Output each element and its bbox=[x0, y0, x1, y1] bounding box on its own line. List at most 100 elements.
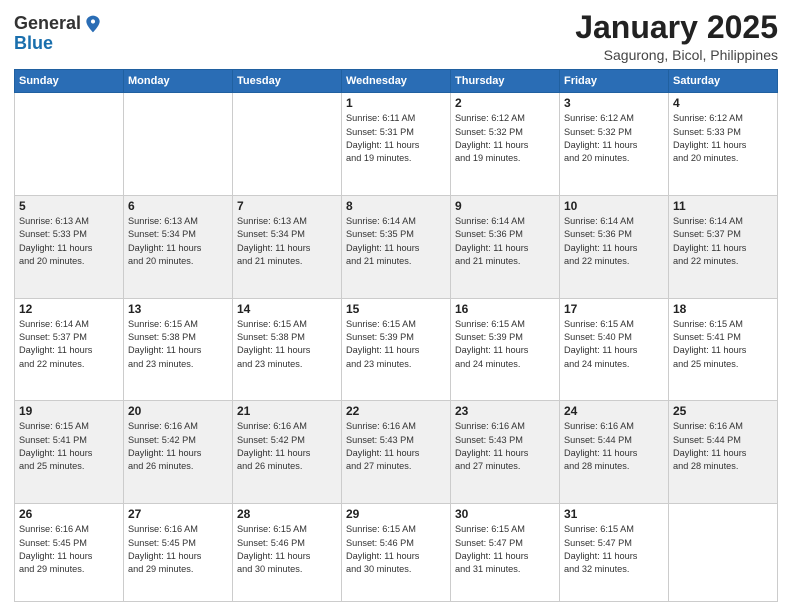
location: Sagurong, Bicol, Philippines bbox=[575, 47, 778, 63]
table-row: 20 Sunrise: 6:16 AM Sunset: 5:42 PM Dayli… bbox=[124, 401, 233, 504]
day-info: Sunrise: 6:15 AM Sunset: 5:41 PM Dayligh… bbox=[19, 420, 119, 473]
col-thursday: Thursday bbox=[451, 70, 560, 93]
day-number: 17 bbox=[564, 302, 664, 316]
calendar-week-row: 1Sunrise: 6:11 AM Sunset: 5:31 PM Daylig… bbox=[15, 93, 778, 196]
day-number: 9 bbox=[455, 199, 555, 213]
day-number: 21 bbox=[237, 404, 337, 418]
table-row: 6Sunrise: 6:13 AM Sunset: 5:34 PM Daylig… bbox=[124, 195, 233, 298]
day-number: 23 bbox=[455, 404, 555, 418]
day-info: Sunrise: 6:13 AM Sunset: 5:34 PM Dayligh… bbox=[237, 215, 337, 268]
calendar-table: Sunday Monday Tuesday Wednesday Thursday… bbox=[14, 69, 778, 602]
day-info: Sunrise: 6:14 AM Sunset: 5:37 PM Dayligh… bbox=[673, 215, 773, 268]
day-number: 12 bbox=[19, 302, 119, 316]
table-row: 12 Sunrise: 6:14 AM Sunset: 5:37 PM Dayli… bbox=[15, 298, 124, 401]
day-info: Sunrise: 6:12 AM Sunset: 5:33 PM Dayligh… bbox=[673, 112, 773, 165]
page-container: General Blue January 2025 Sagurong, Bico… bbox=[0, 0, 792, 612]
day-info: Sunrise: 6:15 AM Sunset: 5:47 PM Dayligh… bbox=[455, 523, 555, 576]
day-info: Sunrise: 6:12 AM Sunset: 5:32 PM Dayligh… bbox=[564, 112, 664, 165]
title-block: January 2025 Sagurong, Bicol, Philippine… bbox=[575, 10, 778, 63]
day-info: Sunrise: 6:15 AM Sunset: 5:40 PM Dayligh… bbox=[564, 318, 664, 371]
day-info: Sunrise: 6:15 AM Sunset: 5:47 PM Dayligh… bbox=[564, 523, 664, 576]
logo-general-text: General bbox=[14, 14, 81, 34]
day-info: Sunrise: 6:14 AM Sunset: 5:37 PM Dayligh… bbox=[19, 318, 119, 371]
day-number: 13 bbox=[128, 302, 228, 316]
table-row: 7Sunrise: 6:13 AM Sunset: 5:34 PM Daylig… bbox=[233, 195, 342, 298]
table-row: 22Sunrise: 6:16 AM Sunset: 5:43 PM Dayli… bbox=[342, 401, 451, 504]
day-info: Sunrise: 6:12 AM Sunset: 5:32 PM Dayligh… bbox=[455, 112, 555, 165]
day-number: 22 bbox=[346, 404, 446, 418]
table-row: 31 Sunrise: 6:15 AM Sunset: 5:47 PM Dayli… bbox=[560, 504, 669, 602]
calendar-week-row: 19 Sunrise: 6:15 AM Sunset: 5:41 PM Dayli… bbox=[15, 401, 778, 504]
table-row bbox=[124, 93, 233, 196]
day-number: 31 bbox=[564, 507, 664, 521]
table-row: 5Sunrise: 6:13 AM Sunset: 5:33 PM Daylig… bbox=[15, 195, 124, 298]
table-row: 10Sunrise: 6:14 AM Sunset: 5:36 PM Dayli… bbox=[560, 195, 669, 298]
day-number: 18 bbox=[673, 302, 773, 316]
day-number: 16 bbox=[455, 302, 555, 316]
table-row: 28 Sunrise: 6:15 AM Sunset: 5:46 PM Dayli… bbox=[233, 504, 342, 602]
table-row: 30 Sunrise: 6:15 AM Sunset: 5:47 PM Dayli… bbox=[451, 504, 560, 602]
calendar-week-row: 5Sunrise: 6:13 AM Sunset: 5:33 PM Daylig… bbox=[15, 195, 778, 298]
table-row: 15 Sunrise: 6:15 AM Sunset: 5:39 PM Dayli… bbox=[342, 298, 451, 401]
table-row: 1Sunrise: 6:11 AM Sunset: 5:31 PM Daylig… bbox=[342, 93, 451, 196]
table-row bbox=[669, 504, 778, 602]
day-number: 19 bbox=[19, 404, 119, 418]
day-number: 4 bbox=[673, 96, 773, 110]
day-number: 28 bbox=[237, 507, 337, 521]
day-info: Sunrise: 6:16 AM Sunset: 5:45 PM Dayligh… bbox=[19, 523, 119, 576]
table-row: 16Sunrise: 6:15 AM Sunset: 5:39 PM Dayli… bbox=[451, 298, 560, 401]
table-row: 14Sunrise: 6:15 AM Sunset: 5:38 PM Dayli… bbox=[233, 298, 342, 401]
col-monday: Monday bbox=[124, 70, 233, 93]
col-tuesday: Tuesday bbox=[233, 70, 342, 93]
table-row: 17 Sunrise: 6:15 AM Sunset: 5:40 PM Dayli… bbox=[560, 298, 669, 401]
day-info: Sunrise: 6:15 AM Sunset: 5:38 PM Dayligh… bbox=[237, 318, 337, 371]
day-info: Sunrise: 6:16 AM Sunset: 5:43 PM Dayligh… bbox=[455, 420, 555, 473]
table-row: 27Sunrise: 6:16 AM Sunset: 5:45 PM Dayli… bbox=[124, 504, 233, 602]
table-row: 4 Sunrise: 6:12 AM Sunset: 5:33 PM Daylig… bbox=[669, 93, 778, 196]
day-info: Sunrise: 6:15 AM Sunset: 5:46 PM Dayligh… bbox=[346, 523, 446, 576]
logo-blue-text: Blue bbox=[14, 33, 53, 53]
table-row: 24 Sunrise: 6:16 AM Sunset: 5:44 PM Dayli… bbox=[560, 401, 669, 504]
table-row: 29 Sunrise: 6:15 AM Sunset: 5:46 PM Dayli… bbox=[342, 504, 451, 602]
table-row: 25 Sunrise: 6:16 AM Sunset: 5:44 PM Dayli… bbox=[669, 401, 778, 504]
day-number: 26 bbox=[19, 507, 119, 521]
table-row: 21 Sunrise: 6:16 AM Sunset: 5:42 PM Dayli… bbox=[233, 401, 342, 504]
calendar-week-row: 12 Sunrise: 6:14 AM Sunset: 5:37 PM Dayli… bbox=[15, 298, 778, 401]
day-info: Sunrise: 6:14 AM Sunset: 5:36 PM Dayligh… bbox=[455, 215, 555, 268]
calendar-header-row: Sunday Monday Tuesday Wednesday Thursday… bbox=[15, 70, 778, 93]
day-info: Sunrise: 6:15 AM Sunset: 5:39 PM Dayligh… bbox=[346, 318, 446, 371]
table-row: 11 Sunrise: 6:14 AM Sunset: 5:37 PM Dayli… bbox=[669, 195, 778, 298]
day-number: 29 bbox=[346, 507, 446, 521]
day-number: 11 bbox=[673, 199, 773, 213]
day-number: 25 bbox=[673, 404, 773, 418]
col-friday: Friday bbox=[560, 70, 669, 93]
day-info: Sunrise: 6:16 AM Sunset: 5:42 PM Dayligh… bbox=[237, 420, 337, 473]
table-row: 2 Sunrise: 6:12 AM Sunset: 5:32 PM Daylig… bbox=[451, 93, 560, 196]
table-row: 9 Sunrise: 6:14 AM Sunset: 5:36 PM Daylig… bbox=[451, 195, 560, 298]
day-number: 8 bbox=[346, 199, 446, 213]
table-row bbox=[15, 93, 124, 196]
day-info: Sunrise: 6:16 AM Sunset: 5:42 PM Dayligh… bbox=[128, 420, 228, 473]
day-number: 30 bbox=[455, 507, 555, 521]
col-wednesday: Wednesday bbox=[342, 70, 451, 93]
table-row: 13Sunrise: 6:15 AM Sunset: 5:38 PM Dayli… bbox=[124, 298, 233, 401]
day-info: Sunrise: 6:15 AM Sunset: 5:41 PM Dayligh… bbox=[673, 318, 773, 371]
day-number: 20 bbox=[128, 404, 228, 418]
day-number: 10 bbox=[564, 199, 664, 213]
day-number: 24 bbox=[564, 404, 664, 418]
calendar-week-row: 26 Sunrise: 6:16 AM Sunset: 5:45 PM Dayli… bbox=[15, 504, 778, 602]
table-row: 3 Sunrise: 6:12 AM Sunset: 5:32 PM Daylig… bbox=[560, 93, 669, 196]
day-number: 5 bbox=[19, 199, 119, 213]
day-number: 3 bbox=[564, 96, 664, 110]
table-row: 23 Sunrise: 6:16 AM Sunset: 5:43 PM Dayli… bbox=[451, 401, 560, 504]
day-number: 2 bbox=[455, 96, 555, 110]
day-info: Sunrise: 6:15 AM Sunset: 5:46 PM Dayligh… bbox=[237, 523, 337, 576]
day-info: Sunrise: 6:16 AM Sunset: 5:44 PM Dayligh… bbox=[564, 420, 664, 473]
day-info: Sunrise: 6:11 AM Sunset: 5:31 PM Dayligh… bbox=[346, 112, 446, 165]
day-info: Sunrise: 6:16 AM Sunset: 5:44 PM Dayligh… bbox=[673, 420, 773, 473]
day-info: Sunrise: 6:13 AM Sunset: 5:34 PM Dayligh… bbox=[128, 215, 228, 268]
col-sunday: Sunday bbox=[15, 70, 124, 93]
day-number: 15 bbox=[346, 302, 446, 316]
day-number: 27 bbox=[128, 507, 228, 521]
header: General Blue January 2025 Sagurong, Bico… bbox=[14, 10, 778, 63]
